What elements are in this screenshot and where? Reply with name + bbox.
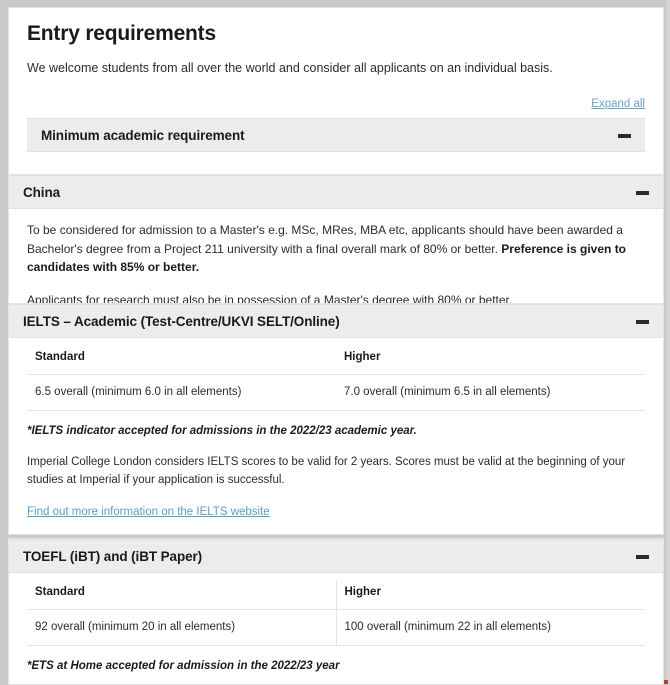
card-china: China To be considered for admission to … [8,174,664,325]
accordion-header-ielts-academic[interactable]: IELTS – Academic (Test-Centre/UKVI SELT/… [9,304,663,338]
accordion-body-ielts-academic: Standard Higher 6.5 overall (minimum 6.0… [9,338,663,534]
card-ielts: IELTS – Academic (Test-Centre/UKVI SELT/… [8,303,664,535]
cell-higher-score: 100 overall (minimum 22 in all elements) [336,609,645,646]
entry-requirements-page: Entry requirements We welcome students f… [0,0,670,685]
accordion-title: IELTS – Academic (Test-Centre/UKVI SELT/… [23,313,340,329]
accordion-header-toefl-ibt[interactable]: TOEFL (iBT) and (iBT Paper) [9,539,663,573]
minus-icon[interactable] [618,129,631,142]
minus-icon[interactable] [636,315,649,328]
accordion-header-china[interactable]: China [9,175,663,209]
minus-icon[interactable] [636,186,649,199]
ielts-validity-paragraph: Imperial College London considers IELTS … [27,456,626,487]
ielts-indicator-note: *IELTS indicator accepted for admissions… [27,425,417,437]
right-edge-shadow [666,0,670,685]
cell-higher-score: 7.0 overall (minimum 6.5 in all elements… [336,374,645,411]
intro-paragraph: We welcome students from all over the wo… [27,61,553,75]
column-header-higher: Higher [336,580,645,610]
cell-standard-score: 6.5 overall (minimum 6.0 in all elements… [27,374,336,411]
cursor-marker [664,680,668,684]
table-row: 6.5 overall (minimum 6.0 in all elements… [27,374,645,411]
toefl-requirements-table: Standard Higher 92 overall (minimum 20 i… [27,580,645,646]
card-toefl: TOEFL (iBT) and (iBT Paper) Standard Hig… [8,538,664,685]
table-header-row: Standard Higher [27,580,645,610]
column-header-higher: Higher [336,345,645,375]
accordion-title: Minimum academic requirement [41,127,245,143]
ielts-website-link[interactable]: Find out more information on the IELTS w… [27,506,270,518]
accordion-title: TOEFL (iBT) and (iBT Paper) [23,548,203,564]
body-paragraph: To be considered for admission to a Mast… [27,221,645,277]
expand-all-row: Expand all [27,94,645,112]
accordion-body-toefl-ibt: Standard Higher 92 overall (minimum 20 i… [9,573,663,684]
expand-all-link[interactable]: Expand all [591,98,645,110]
table-row: 92 overall (minimum 20 in all elements) … [27,609,645,646]
column-header-standard: Standard [27,580,337,610]
table-header-row: Standard Higher [27,345,645,375]
toefl-ets-note: *ETS at Home accepted for admission in t… [27,660,340,672]
page-title: Entry requirements [27,22,216,45]
column-header-standard: Standard [27,345,336,375]
cell-standard-score: 92 overall (minimum 20 in all elements) [27,609,337,646]
minus-icon[interactable] [636,550,649,563]
ielts-requirements-table: Standard Higher 6.5 overall (minimum 6.0… [27,345,645,411]
accordion-title: China [23,184,61,200]
accordion-header-minimum-academic-requirement[interactable]: Minimum academic requirement [27,118,645,153]
